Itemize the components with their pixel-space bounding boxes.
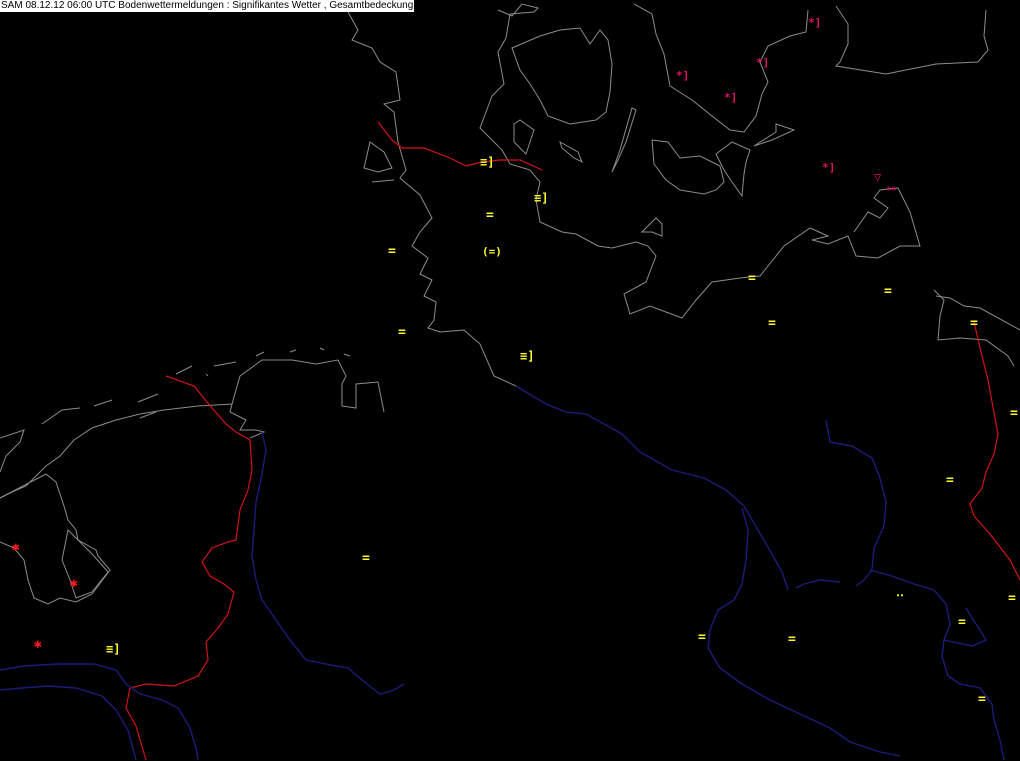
coastline-norway-fjord-3 — [289, 349, 297, 353]
snow-past-hour-symbol: *] — [822, 161, 835, 174]
snow-asterisk-symbol: ✱ — [70, 576, 78, 591]
fog-symbol: = — [788, 632, 796, 647]
coastline-sweden — [479, 3, 921, 319]
coastline-ireland-inner — [61, 528, 109, 599]
river-east — [825, 419, 887, 587]
border-uk — [125, 375, 253, 761]
coastline-norway-fjord-2 — [255, 351, 265, 357]
fog-symbol: = — [1010, 406, 1018, 421]
fog-symbol: = — [978, 692, 986, 707]
weather-map: SAM 08.12.12 06:00 UTC Bodenwettermeldun… — [0, 0, 1020, 761]
snow-shower-symbol: ▽ — [874, 170, 882, 184]
snow-past-hour-symbol: *] — [808, 16, 821, 29]
snow-past-hour-symbol: *] — [756, 56, 769, 69]
coastline-russia-north — [633, 3, 809, 133]
river-south-1 — [707, 507, 901, 757]
coastline-gulf-inlet — [513, 119, 535, 155]
coastline-ireland — [0, 473, 111, 605]
map-title: SAM 08.12.12 06:00 UTC Bodenwettermeldun… — [0, 0, 415, 12]
river-east-3 — [941, 639, 1005, 761]
fog-symbol: = — [388, 244, 396, 259]
coastline-white-sea — [753, 123, 796, 147]
coastline-scandinavia-west — [347, 11, 517, 387]
fog-symbol: = — [970, 316, 978, 331]
river-southwest-2 — [0, 685, 137, 761]
coastline-uk-west-fragments — [0, 429, 25, 473]
fog-thickening-symbol: ≡] — [106, 642, 120, 656]
coastline-norway-fjord-4 — [319, 347, 325, 351]
weather-symbols: = = = = = = = = = = = = = = = (=) ≡] ≡] … — [12, 16, 1018, 707]
coastline-denmark-islands — [363, 141, 393, 173]
rivers — [0, 385, 1005, 761]
fog-past-hour-symbol: (=) — [482, 245, 502, 258]
coastline-uk-frag-5 — [175, 365, 193, 375]
fog-thickening-symbol: ≡] — [480, 155, 494, 169]
fog-symbol: = — [486, 208, 494, 223]
coastline-lake — [559, 140, 583, 164]
snow-past-hour-symbol: *] — [676, 69, 689, 82]
river-uk — [251, 431, 405, 695]
fog-symbol: = — [768, 316, 776, 331]
fog-symbol: = — [958, 615, 966, 630]
border-east — [969, 321, 1020, 581]
fog-symbol: = — [362, 551, 370, 566]
fog-symbol: = — [698, 630, 706, 645]
fog-symbol: = — [1008, 591, 1016, 606]
fog-symbol: = — [884, 284, 892, 299]
snow-past-hour-symbol: *] — [724, 91, 737, 104]
coastline-uk-frag-6 — [213, 361, 237, 367]
fog-symbol: = — [748, 271, 756, 286]
coastline-uk-east — [231, 359, 385, 413]
fog-symbol: = — [398, 325, 406, 340]
coastline-norway-fjord-1 — [371, 179, 395, 183]
map-canvas: = = = = = = = = = = = = = = = (=) ≡] ≡] … — [0, 3, 1020, 761]
coastline-uk-frag-1 — [41, 407, 81, 425]
river-southwest — [0, 663, 199, 761]
country-borders — [125, 121, 1020, 761]
coastline-uk-frag-3 — [137, 393, 159, 403]
river-main — [515, 385, 789, 591]
fog-symbol: = — [946, 473, 954, 488]
coastline-uk-north — [0, 403, 266, 499]
drizzle-symbol: ‥ — [896, 585, 904, 599]
coastline-finland — [511, 27, 613, 125]
coastline-bay — [611, 107, 637, 173]
river-east-2 — [869, 569, 988, 647]
river-south-east-frag — [795, 579, 841, 589]
snow-asterisk-symbol: ✱ — [12, 540, 20, 555]
coastline-uk-frag-2 — [93, 399, 113, 407]
coastline-kola — [834, 5, 989, 75]
coastline-norway-fjord-5 — [343, 353, 351, 357]
coastline-norway-islet — [205, 373, 209, 377]
coastline-lake-ladoga — [651, 139, 725, 195]
fog-thickening-symbol: ≡] — [520, 349, 534, 363]
fog-thickening-symbol: ≡] — [534, 191, 548, 205]
snow-continuous-symbol: ** — [886, 186, 897, 196]
coastlines — [0, 3, 1020, 605]
coastline-baltic-tip — [935, 295, 1020, 331]
coastline-island-east — [640, 217, 663, 237]
snow-asterisk-symbol: ✱ — [34, 637, 42, 652]
